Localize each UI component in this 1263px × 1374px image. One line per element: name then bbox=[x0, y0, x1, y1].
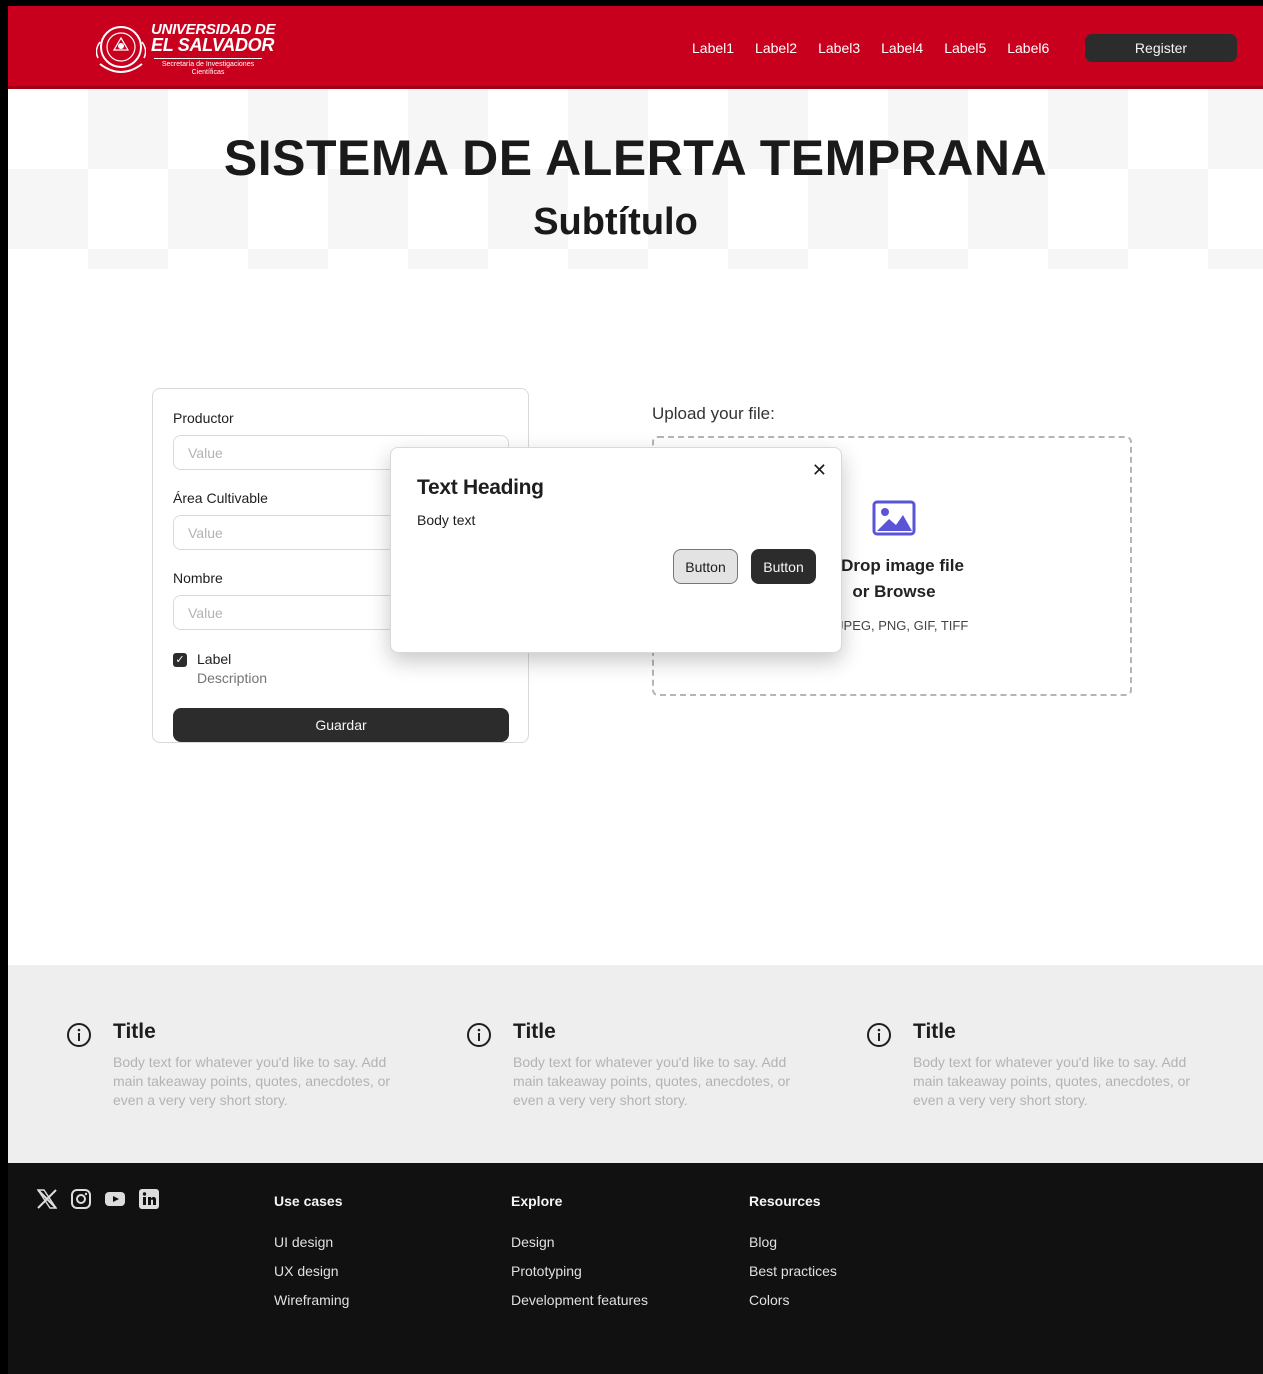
page-subtitle: Subtítulo bbox=[533, 201, 698, 243]
linkedin-icon[interactable] bbox=[138, 1188, 160, 1210]
info-title: Title bbox=[513, 1020, 556, 1043]
footer-link[interactable]: UI design bbox=[274, 1234, 349, 1252]
nav-item-label2[interactable]: Label2 bbox=[755, 40, 797, 56]
logo-subtitle: Secretaría de Investigaciones Científica… bbox=[154, 58, 262, 77]
info-icon bbox=[67, 1023, 91, 1047]
info-section: Title Body text for whatever you'd like … bbox=[8, 965, 1263, 1163]
site-footer: Use cases UI design UX design Wireframin… bbox=[8, 1163, 1263, 1374]
dialog-modal: ✕ Text Heading Body text Button Button bbox=[390, 447, 842, 653]
footer-column-title: Explore bbox=[511, 1193, 563, 1209]
footer-link[interactable]: Design bbox=[511, 1234, 648, 1252]
checkbox-label: Label bbox=[197, 651, 232, 667]
university-seal-icon bbox=[96, 26, 146, 73]
info-title: Title bbox=[113, 1020, 156, 1043]
upload-title: Upload your file: bbox=[652, 404, 775, 423]
nav-item-label5[interactable]: Label5 bbox=[944, 40, 986, 56]
hero-section: SISTEMA DE ALERTA TEMPRANA Subtítulo bbox=[8, 89, 1263, 269]
checkbox-description: Description bbox=[197, 670, 268, 686]
footer-link[interactable]: Wireframing bbox=[274, 1292, 349, 1310]
footer-column-title: Use cases bbox=[274, 1193, 343, 1209]
nav-item-label6[interactable]: Label6 bbox=[1007, 40, 1049, 56]
youtube-icon[interactable] bbox=[104, 1188, 126, 1210]
info-body: Body text for whatever you'd like to say… bbox=[513, 1054, 791, 1108]
area-cultivable-label: Área Cultivable bbox=[173, 490, 268, 506]
productor-label: Productor bbox=[173, 410, 234, 426]
page-title: SISTEMA DE ALERTA TEMPRANA bbox=[223, 130, 1048, 186]
modal-body-text: Body text bbox=[417, 512, 476, 528]
info-body: Body text for whatever you'd like to say… bbox=[113, 1054, 391, 1108]
page: UNIVERSIDAD DE EL SALVADOR Secretaría de… bbox=[0, 0, 1263, 1374]
main-nav: Label1 Label2 Label3 Label4 Label5 Label… bbox=[692, 40, 1070, 56]
label-checkbox[interactable]: ✓ bbox=[173, 653, 187, 667]
social-links bbox=[36, 1188, 160, 1210]
image-icon bbox=[872, 500, 916, 536]
footer-link[interactable]: Prototyping bbox=[511, 1263, 648, 1281]
nav-item-label4[interactable]: Label4 bbox=[881, 40, 923, 56]
logo-title-line2: EL SALVADOR bbox=[151, 35, 275, 55]
info-icon bbox=[867, 1023, 891, 1047]
modal-heading: Text Heading bbox=[417, 476, 544, 499]
close-icon[interactable]: ✕ bbox=[812, 460, 827, 481]
instagram-icon[interactable] bbox=[70, 1188, 92, 1210]
guardar-button[interactable]: Guardar bbox=[173, 708, 509, 742]
modal-primary-button[interactable]: Button bbox=[751, 549, 816, 584]
info-body: Body text for whatever you'd like to say… bbox=[913, 1054, 1191, 1108]
footer-link[interactable]: Development features bbox=[511, 1292, 648, 1310]
footer-link[interactable]: Blog bbox=[749, 1234, 837, 1252]
footer-column-explore: Explore Design Prototyping Development f… bbox=[511, 1193, 648, 1321]
info-title: Title bbox=[913, 1020, 956, 1043]
footer-link[interactable]: UX design bbox=[274, 1263, 349, 1281]
footer-column-use-cases: Use cases UI design UX design Wireframin… bbox=[274, 1193, 349, 1321]
x-icon[interactable] bbox=[36, 1188, 58, 1210]
university-logo[interactable]: UNIVERSIDAD DE EL SALVADOR Secretaría de… bbox=[96, 18, 276, 80]
nombre-label: Nombre bbox=[173, 570, 223, 586]
info-icon bbox=[467, 1023, 491, 1047]
modal-secondary-button[interactable]: Button bbox=[673, 549, 738, 584]
footer-link[interactable]: Colors bbox=[749, 1292, 837, 1310]
footer-link[interactable]: Best practices bbox=[749, 1263, 837, 1281]
nav-item-label1[interactable]: Label1 bbox=[692, 40, 734, 56]
top-header: UNIVERSIDAD DE EL SALVADOR Secretaría de… bbox=[8, 6, 1263, 89]
footer-column-title: Resources bbox=[749, 1193, 821, 1209]
footer-column-resources: Resources Blog Best practices Colors bbox=[749, 1193, 837, 1321]
register-button[interactable]: Register bbox=[1085, 34, 1237, 62]
nav-item-label3[interactable]: Label3 bbox=[818, 40, 860, 56]
